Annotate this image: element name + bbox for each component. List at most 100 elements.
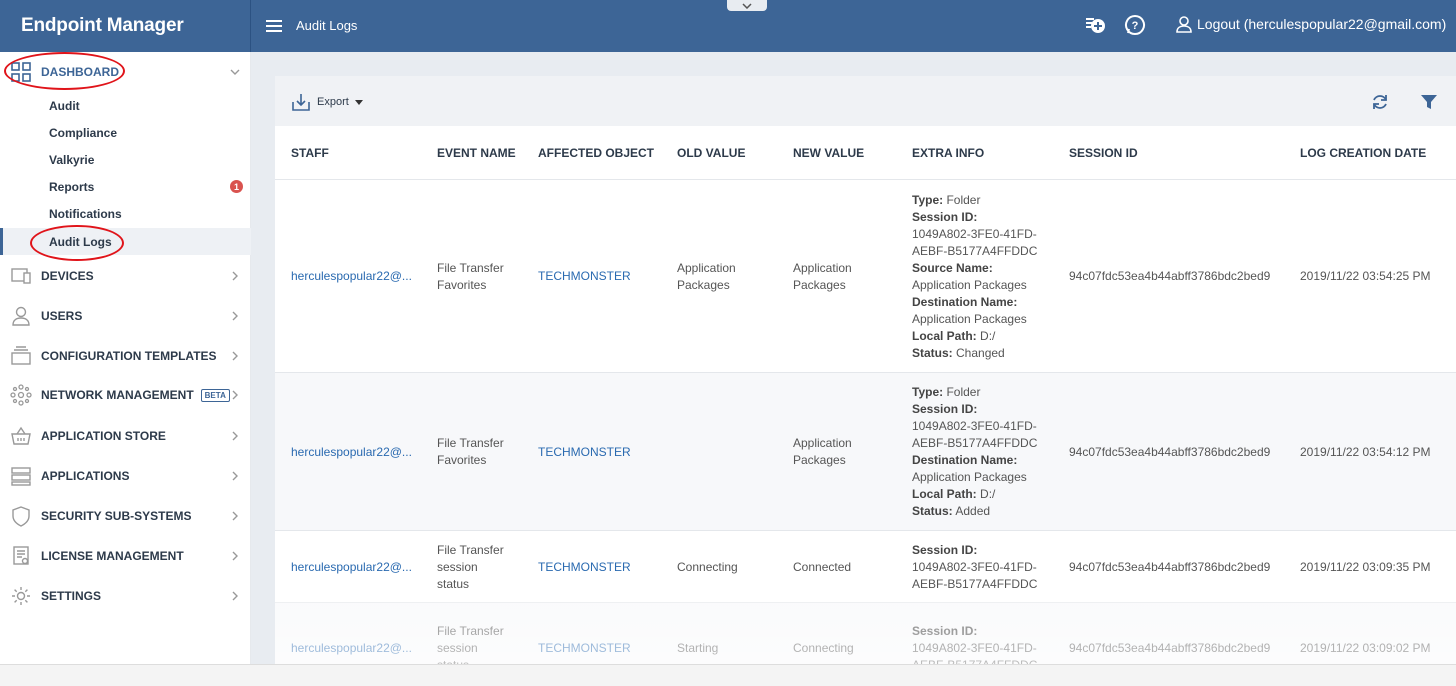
event-name-cell-line: File Transfer	[437, 543, 504, 557]
column-header-new-value[interactable]: NEW VALUE	[793, 146, 864, 160]
add-circle-icon[interactable]	[1084, 14, 1106, 36]
sidebar-item-application-store[interactable]: APPLICATION STORE	[0, 416, 251, 456]
column-header-old-value[interactable]: OLD VALUE	[677, 146, 745, 160]
staff-link[interactable]: herculespopular22@...	[291, 559, 412, 576]
extra-info-key: Status:	[912, 346, 953, 360]
event-name-cell-line: session	[437, 641, 478, 655]
old-value-cell-line: Starting	[677, 641, 719, 655]
sidebar-item-label: NETWORK MANAGEMENT BETA	[41, 388, 230, 402]
filter-icon[interactable]	[1420, 93, 1438, 111]
event-name-cell: File Transfer session status	[437, 542, 504, 593]
event-name-cell-line: File Transfer	[437, 261, 504, 275]
chevron-right-icon	[232, 390, 238, 400]
sidebar-item-label: SETTINGS	[41, 589, 102, 603]
templates-icon	[11, 346, 31, 365]
log-date-cell: 2019/11/22 03:54:25 PM	[1300, 269, 1431, 283]
refresh-icon[interactable]	[1371, 93, 1389, 111]
export-button[interactable]: Export	[291, 92, 363, 112]
sidebar-sub-label: Reports	[49, 179, 95, 194]
staff-link[interactable]: herculespopular22@...	[291, 444, 412, 461]
session-id-cell: 94c07fdc53ea4b44abff3786bdc2bed9	[1069, 269, 1271, 283]
old-value-cell-line: Application	[677, 261, 736, 275]
sidebar-item-users[interactable]: USERS	[0, 296, 251, 336]
brand-title[interactable]: Endpoint Manager	[0, 0, 251, 52]
extra-info-key: Source Name:	[912, 261, 993, 275]
extra-info-line: Local Path: D:/	[912, 486, 1037, 503]
sidebar-item-label: CONFIGURATION TEMPLATES	[41, 349, 217, 363]
column-header-log-creation-date[interactable]: LOG CREATION DATE	[1300, 146, 1426, 160]
extra-info-key: Destination Name:	[912, 453, 1018, 467]
staff-link[interactable]: herculespopular22@...	[291, 640, 412, 657]
extra-info-value: Changed	[952, 346, 1005, 360]
extra-info-line: 1049A802-3FE0-41FD-	[912, 418, 1037, 435]
extra-info-value: Folder	[943, 193, 981, 207]
chevron-down-icon	[230, 69, 240, 75]
sidebar-sub-compliance[interactable]: Compliance	[0, 119, 251, 146]
svg-text:?: ?	[1132, 20, 1139, 32]
table-header: STAFF EVENT NAME AFFECTED OBJECT OLD VAL…	[275, 126, 1456, 180]
column-header-session-id[interactable]: SESSION ID	[1069, 146, 1138, 160]
new-value-cell-line: Application	[793, 261, 852, 275]
network-icon	[10, 384, 32, 406]
sidebar: DASHBOARD Audit Compliance Valkyrie Repo…	[0, 52, 251, 686]
table-row[interactable]: herculespopular22@... File Transfer sessio…	[275, 531, 1456, 603]
extra-info-key: Type:	[912, 385, 944, 399]
extra-info-line: Destination Name:	[912, 294, 1037, 311]
hamburger-menu-icon[interactable]	[266, 17, 282, 35]
old-value-cell: Connecting	[677, 559, 738, 576]
sidebar-item-label: USERS	[41, 309, 83, 323]
extra-info-value: AEBF-B5177A4FFDDC	[912, 244, 1038, 258]
extra-info-key: Destination Name:	[912, 295, 1018, 309]
table-row[interactable]: herculespopular22@... File Transfer Favori…	[275, 373, 1456, 531]
extra-info-line: Session ID:	[912, 542, 1037, 559]
column-header-event-name[interactable]: EVENT NAME	[437, 146, 516, 160]
extra-info-key: Session ID:	[912, 624, 978, 638]
sidebar-item-label: LICENSE MANAGEMENT	[41, 549, 184, 563]
sidebar-sub-audit[interactable]: Audit	[0, 92, 251, 119]
new-value-cell: Application Packages	[793, 260, 852, 294]
gear-icon	[12, 587, 30, 605]
log-date-cell: 2019/11/22 03:09:02 PM	[1300, 641, 1431, 655]
session-id-cell: 94c07fdc53ea4b44abff3786bdc2bed9	[1069, 560, 1271, 574]
sidebar-item-devices[interactable]: DEVICES	[0, 256, 251, 296]
column-header-affected-object[interactable]: AFFECTED OBJECT	[538, 146, 654, 160]
chevron-right-icon	[232, 271, 238, 281]
sidebar-item-license-management[interactable]: LICENSE MANAGEMENT	[0, 536, 251, 576]
column-header-staff[interactable]: STAFF	[291, 146, 329, 160]
session-id-cell: 94c07fdc53ea4b44abff3786bdc2bed9	[1069, 445, 1271, 459]
sidebar-sub-valkyrie[interactable]: Valkyrie	[0, 146, 251, 173]
extra-info-line: 1049A802-3FE0-41FD-	[912, 559, 1037, 576]
help-icon[interactable]: ?	[1124, 14, 1146, 36]
chevron-right-icon	[232, 431, 238, 441]
sidebar-item-network-management[interactable]: NETWORK MANAGEMENT BETA	[0, 375, 251, 415]
sidebar-sub-notifications[interactable]: Notifications	[0, 200, 251, 227]
table-row[interactable]: herculespopular22@... File Transfer Favori…	[275, 180, 1456, 373]
sidebar-item-applications[interactable]: APPLICATIONS	[0, 456, 251, 496]
sidebar-item-settings[interactable]: SETTINGS	[0, 576, 251, 616]
affected-object-link[interactable]: TECHMONSTER	[538, 559, 631, 576]
extra-info-key: Session ID:	[912, 543, 978, 557]
caret-down-icon	[354, 99, 363, 105]
chevron-right-icon	[232, 311, 238, 321]
sidebar-item-configuration-templates[interactable]: CONFIGURATION TEMPLATES	[0, 336, 251, 376]
logout-link[interactable]: Logout (herculespopular22@gmail.com)	[1175, 15, 1446, 33]
extra-info-key: Session ID:	[912, 402, 978, 416]
store-basket-icon	[11, 426, 31, 445]
event-name-cell: File Transfer Favorites	[437, 260, 504, 294]
extra-info-line: 1049A802-3FE0-41FD-	[912, 640, 1037, 657]
license-icon	[13, 546, 29, 565]
extra-info-line: 1049A802-3FE0-41FD-	[912, 226, 1037, 243]
affected-object-link[interactable]: TECHMONSTER	[538, 268, 631, 285]
staff-link[interactable]: herculespopular22@...	[291, 268, 412, 285]
chevron-right-icon	[232, 511, 238, 521]
sidebar-item-security-sub-systems[interactable]: SECURITY SUB-SYSTEMS	[0, 496, 251, 536]
extra-info-value: D:/	[976, 329, 996, 343]
page-torn-edge	[0, 664, 1456, 686]
extra-info-value: 1049A802-3FE0-41FD-	[912, 419, 1037, 433]
new-value-cell-line: Application	[793, 436, 852, 450]
collapse-header-tab[interactable]	[727, 0, 767, 11]
sidebar-sub-reports[interactable]: Reports 1	[0, 173, 251, 200]
affected-object-link[interactable]: TECHMONSTER	[538, 444, 631, 461]
column-header-extra-info[interactable]: EXTRA INFO	[912, 146, 984, 160]
affected-object-link[interactable]: TECHMONSTER	[538, 640, 631, 657]
